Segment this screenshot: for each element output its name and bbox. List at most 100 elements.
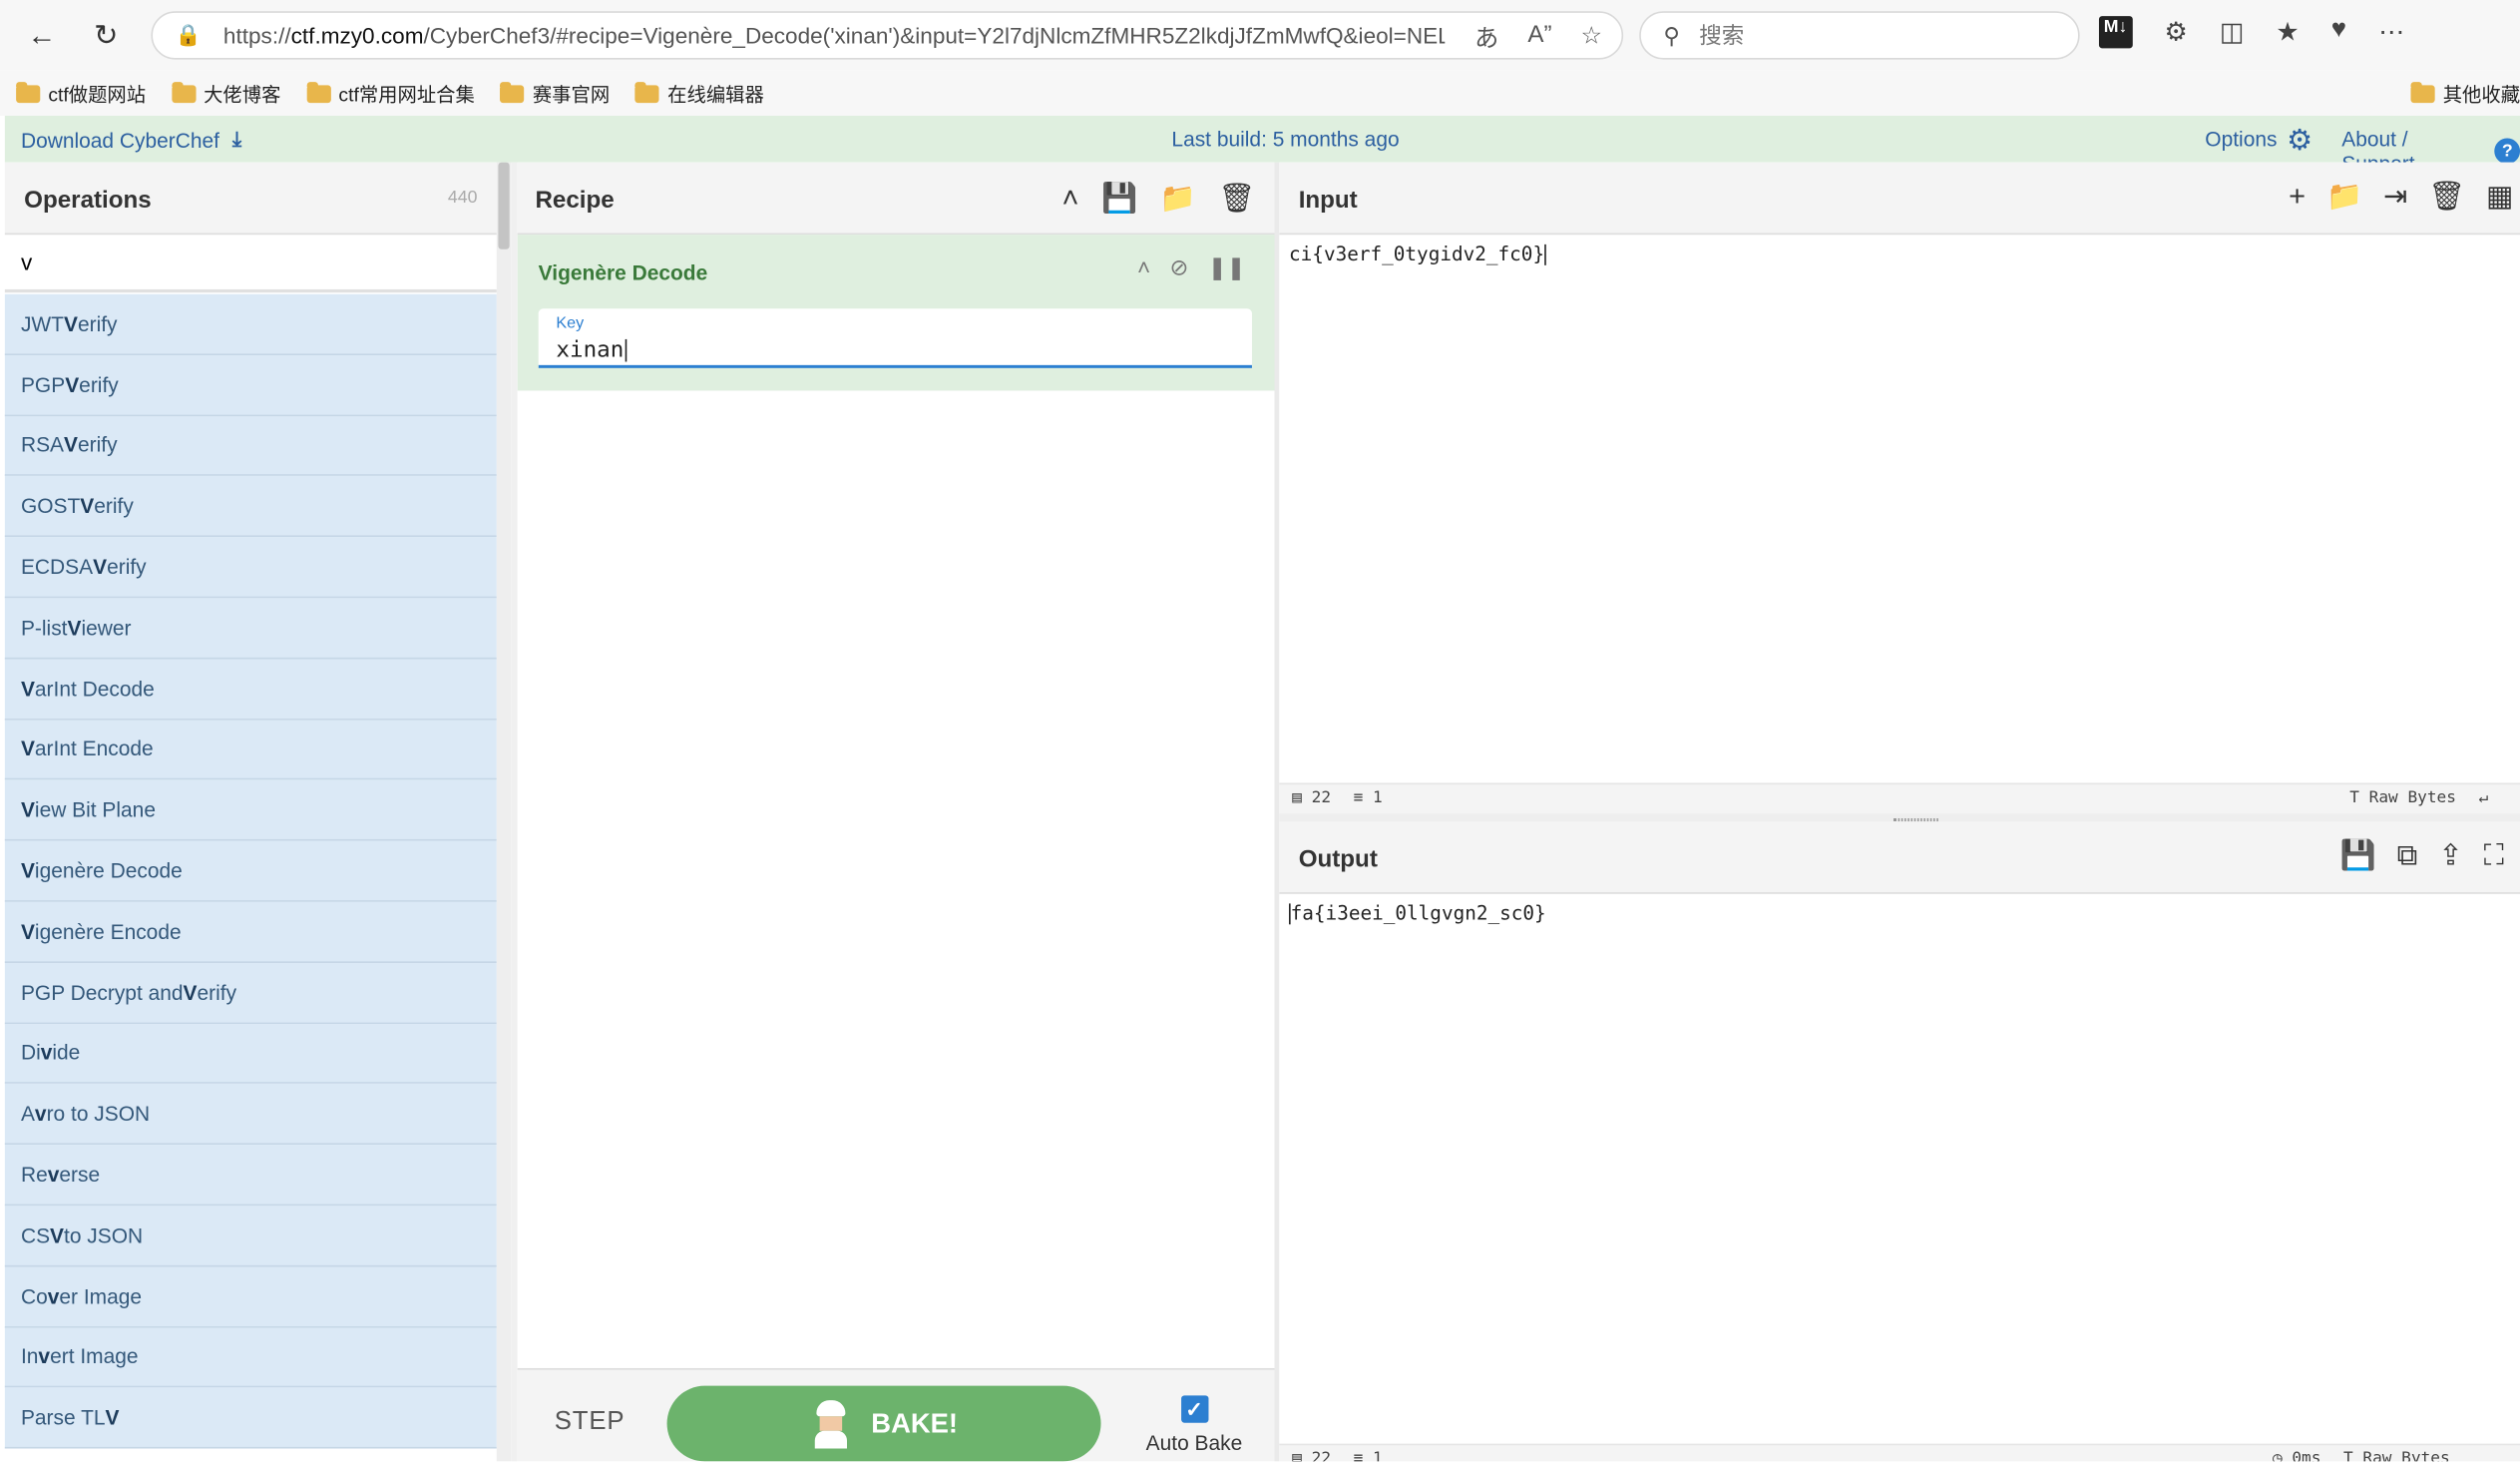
operation-item[interactable]: View Bit Plane bbox=[4, 779, 497, 841]
key-input-field[interactable]: Key xinan bbox=[538, 308, 1252, 368]
operation-match-highlight: V bbox=[20, 736, 35, 761]
input-textarea[interactable]: ci{v3erf_0tygidv2_fc0} bbox=[1289, 243, 1546, 265]
step-button[interactable]: STEP bbox=[555, 1408, 626, 1437]
operation-label-part: iew Bit Plane bbox=[34, 797, 156, 822]
operation-item[interactable]: Vigenère Encode bbox=[4, 901, 497, 963]
operation-label-part: PGP Decrypt and bbox=[20, 980, 184, 1005]
operation-item[interactable]: JWT Verify bbox=[4, 293, 497, 355]
operation-item[interactable]: Di v ide bbox=[4, 1023, 497, 1085]
clear-recipe-trash-icon[interactable]: 🗑 bbox=[1218, 182, 1255, 216]
folder-icon bbox=[171, 81, 197, 103]
output-textarea[interactable]: fa{i3eei_0llgvgn2_sc0} bbox=[1289, 902, 1546, 925]
input-title: Input bbox=[1298, 186, 1358, 215]
favorites-icon[interactable]: ★ bbox=[2276, 16, 2299, 48]
folder-icon bbox=[634, 81, 660, 103]
browser-essentials-icon[interactable]: ♥ bbox=[2331, 16, 2346, 48]
operation-item[interactable]: P-list Viewer bbox=[4, 598, 497, 660]
lock-icon[interactable]: 🔒 bbox=[176, 23, 208, 49]
operation-item[interactable]: VarInt Encode bbox=[4, 720, 497, 780]
encoding-icon[interactable]: T bbox=[2343, 1450, 2353, 1461]
output-encoding[interactable]: Raw Bytes bbox=[2362, 1450, 2449, 1461]
ingredient-collapse-icon[interactable]: ˄ bbox=[1137, 254, 1150, 281]
operation-item[interactable]: Parse TL V bbox=[4, 1387, 497, 1449]
cyberchef-banner: Download CyberChef ⤓ Last build: 5 months… bbox=[4, 115, 2520, 176]
scrollbar-thumb[interactable] bbox=[498, 162, 510, 249]
operation-item[interactable]: Vigenère Decode bbox=[4, 840, 497, 902]
operation-label-part: erify bbox=[197, 980, 237, 1005]
operation-match-highlight: v bbox=[47, 1283, 60, 1308]
last-build-notice: Last build: 5 months ago bbox=[1171, 127, 1400, 152]
bookmark-folder[interactable]: 在线编辑器 bbox=[634, 80, 764, 107]
operation-item[interactable]: In v ert Image bbox=[4, 1326, 497, 1388]
bookmark-folder[interactable]: 大佬博客 bbox=[171, 80, 280, 107]
operation-item[interactable]: CS V to JSON bbox=[4, 1206, 497, 1267]
translate-icon[interactable]: あ bbox=[1474, 21, 1498, 55]
operations-scrollbar[interactable] bbox=[496, 162, 512, 1462]
clear-input-trash-icon[interactable]: 🗑 bbox=[2428, 180, 2465, 214]
folder-icon bbox=[500, 81, 525, 103]
save-recipe-icon[interactable]: 💾 bbox=[1101, 182, 1137, 216]
other-favorites-folder[interactable]: 其他收藏夹 bbox=[2410, 81, 2520, 108]
lines-icon: ≡ bbox=[1353, 1450, 1364, 1462]
operation-label-part: to JSON bbox=[64, 1222, 144, 1247]
disable-ingredient-icon[interactable]: ⊘ bbox=[1169, 254, 1188, 281]
operation-label-part: CS bbox=[20, 1222, 51, 1247]
bake-button[interactable]: BAKE! bbox=[666, 1385, 1101, 1462]
operation-item[interactable]: Av ro to JSON bbox=[4, 1084, 497, 1146]
output-time: 0ms bbox=[2292, 1450, 2321, 1462]
key-value[interactable]: xinan bbox=[556, 337, 628, 363]
encoding-icon[interactable]: T bbox=[2349, 789, 2359, 807]
operation-label-part: A bbox=[20, 1101, 35, 1127]
download-cyberchef-link[interactable]: Download CyberChef ⤓ bbox=[21, 127, 241, 153]
operation-item[interactable]: ECDSA Verify bbox=[4, 537, 497, 599]
output-statusbar: ▤ 22 ≡ 1 ◷ 0ms T Raw Bytes bbox=[1279, 1443, 2520, 1462]
split-screen-icon[interactable]: ◫ bbox=[2220, 16, 2244, 48]
operation-item[interactable]: Co v er Image bbox=[4, 1266, 497, 1327]
back-arrow-icon[interactable]: ← bbox=[19, 13, 64, 58]
options-button[interactable]: Options ⚙ bbox=[2205, 125, 2312, 154]
reset-layout-icon[interactable]: ▦ bbox=[2486, 180, 2513, 214]
operation-item[interactable]: PGP Verify bbox=[4, 354, 497, 416]
add-tab-plus-icon[interactable]: + bbox=[2289, 180, 2306, 214]
save-output-icon[interactable]: 💾 bbox=[2340, 839, 2376, 873]
refresh-icon[interactable]: ↻ bbox=[84, 13, 129, 58]
bookmark-folder[interactable]: 赛事官网 bbox=[500, 80, 610, 107]
operation-item[interactable]: RSA Verify bbox=[4, 415, 497, 477]
extension-m-icon[interactable]: M↓ bbox=[2098, 16, 2133, 49]
input-header: Input + 📁 ⇥ 🗑 ▦ bbox=[1279, 162, 2520, 236]
bookmark-folder[interactable]: ctf常用网址合集 bbox=[306, 80, 475, 107]
operation-item[interactable]: Re v erse bbox=[4, 1145, 497, 1207]
operations-search-input[interactable] bbox=[20, 248, 472, 275]
input-encoding[interactable]: Raw Bytes bbox=[2369, 789, 2456, 807]
maximise-icon[interactable]: ⛶ bbox=[2484, 839, 2504, 873]
operation-item[interactable]: GOST Verify bbox=[4, 476, 497, 538]
replace-input-icon[interactable]: ⇪ bbox=[2438, 839, 2462, 873]
operation-item[interactable]: VarInt Decode bbox=[4, 659, 497, 721]
open-folder-icon[interactable]: 📁 bbox=[2326, 180, 2362, 214]
open-file-icon[interactable]: ⇥ bbox=[2383, 180, 2407, 214]
chef-icon bbox=[810, 1399, 852, 1448]
checkbox-checked-icon[interactable]: ✓ bbox=[1180, 1395, 1208, 1423]
auto-bake-toggle[interactable]: ✓ Auto Bake bbox=[1141, 1395, 1247, 1455]
operation-label-part: In bbox=[20, 1344, 39, 1369]
eol-icon[interactable]: ↵ bbox=[2479, 789, 2489, 807]
operation-item[interactable]: PGP Decrypt and Verify bbox=[4, 962, 497, 1024]
operation-match-highlight: V bbox=[63, 311, 78, 336]
address-bar[interactable]: 🔒 https://ctf.mzy0.com/CyberChef3/#recip… bbox=[151, 11, 1624, 60]
extensions-puzzle-icon[interactable]: ⚙ bbox=[2164, 16, 2187, 48]
recipe-panel: Recipe ˄ 💾 📁 🗑 Vigenère Decode ˄ ⊘ ❚❚ Ke… bbox=[517, 162, 1275, 1462]
browser-search-field[interactable]: ⚲ 搜索 bbox=[1639, 11, 2080, 60]
operation-match-highlight: v bbox=[34, 1101, 47, 1127]
copy-output-icon[interactable]: ⧉ bbox=[2397, 839, 2418, 873]
favorite-star-icon[interactable]: ☆ bbox=[1580, 21, 1602, 55]
bookmark-folder[interactable]: ctf做题网站 bbox=[16, 80, 146, 107]
collapse-chevron-icon[interactable]: ˄ bbox=[1062, 182, 1079, 216]
pause-breakpoint-icon[interactable]: ❚❚ bbox=[1208, 254, 1246, 281]
operations-list: JWT Verify PGP Verify RSA Verify GOST Verif… bbox=[4, 293, 497, 1449]
more-menu-icon[interactable]: ⋯ bbox=[2378, 16, 2404, 48]
load-recipe-folder-icon[interactable]: 📁 bbox=[1160, 182, 1196, 216]
read-aloud-icon[interactable]: A” bbox=[1527, 21, 1551, 55]
operation-label-part: Re bbox=[20, 1162, 48, 1187]
url-text: https://ctf.mzy0.com/CyberChef3/#recipe=… bbox=[222, 22, 1446, 49]
operation-label-part: RSA bbox=[20, 433, 65, 458]
